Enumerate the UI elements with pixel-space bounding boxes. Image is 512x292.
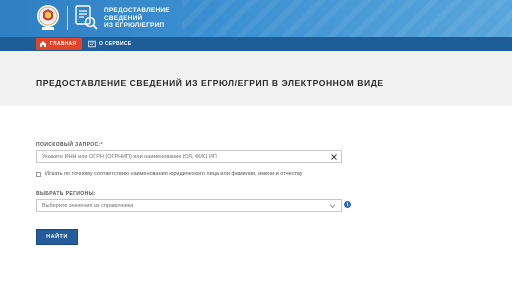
nav-item-home[interactable]: ГЛАВНАЯ (36, 38, 82, 50)
query-label-text: ПОИСКОВЫЙ ЗАПРОС: (36, 142, 101, 148)
nav-home-label: ГЛАВНАЯ (50, 41, 77, 47)
page-title: ПРЕДОСТАВЛЕНИЕ СВЕДЕНИЙ ИЗ ЕГРЮЛ/ЕГРИП В… (36, 78, 384, 88)
service-title-line-3: ИЗ ЕГРЮЛ/ЕГРИП (104, 22, 165, 29)
nav-item-about[interactable]: О СЕРВИСЕ (88, 38, 138, 50)
service-title-line-2: СВЕДЕНИЙ (104, 14, 143, 22)
main-nav: ГЛАВНАЯ О СЕРВИСЕ (0, 37, 512, 51)
service-title-line-1: ПРЕДОСТАВЛЕНИЕ (104, 7, 170, 14)
exact-match-label[interactable]: Искать по точному соответствию наименова… (45, 171, 303, 177)
document-magnifier-icon (75, 5, 98, 30)
search-input-placeholder: Укажите ИНН или ОГРН (ОГРНИП) или наимен… (42, 153, 217, 160)
regions-select[interactable]: Выберите значения из справочника (36, 199, 342, 212)
home-icon (40, 41, 46, 47)
fns-emblem-icon[interactable] (36, 3, 60, 33)
info-card-icon (88, 40, 96, 48)
chevron-down-icon (329, 204, 336, 209)
logo-divider (67, 6, 68, 30)
query-label: ПОИСКОВЫЙ ЗАПРОС:* (36, 142, 103, 148)
regions-label: ВЫБРАТЬ РЕГИОНЫ: (36, 191, 96, 197)
site-header: ПРЕДОСТАВЛЕНИЕ СВЕДЕНИЙ ИЗ ЕГРЮЛ/ЕГРИП (0, 0, 512, 37)
required-mark: * (100, 142, 103, 148)
regions-select-placeholder: Выберите значения из справочника (42, 202, 134, 209)
clear-icon[interactable] (330, 153, 338, 161)
find-button[interactable]: НАЙТИ (36, 229, 78, 245)
search-input[interactable]: Укажите ИНН или ОГРН (ОГРНИП) или наимен… (36, 150, 342, 163)
nav-about-label: О СЕРВИСЕ (99, 41, 132, 47)
regions-info-icon[interactable]: i (344, 201, 351, 208)
exact-match-checkbox[interactable] (36, 172, 41, 177)
service-title[interactable]: ПРЕДОСТАВЛЕНИЕ СВЕДЕНИЙ ИЗ ЕГРЮЛ/ЕГРИП (104, 7, 214, 30)
